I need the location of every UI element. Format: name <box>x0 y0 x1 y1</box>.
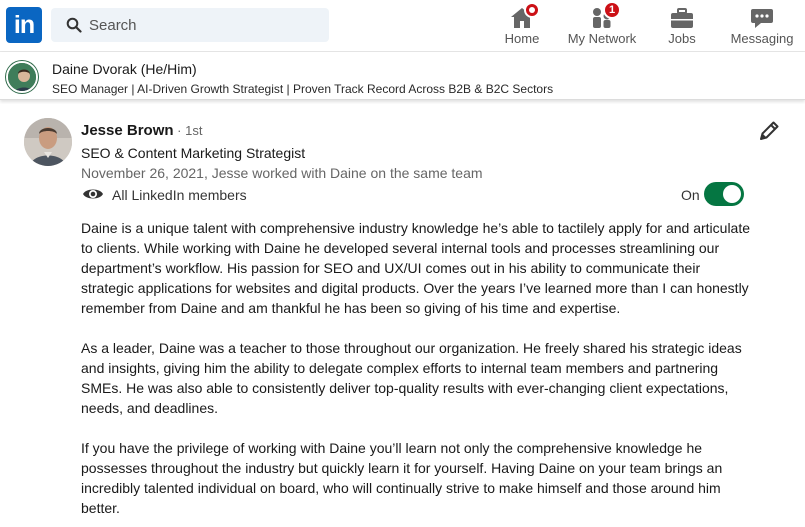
profile-pronouns: (He/Him) <box>140 61 197 77</box>
nav-my-network-label: My Network <box>567 31 637 46</box>
toggle-state-label: On <box>681 187 700 203</box>
recommendation-paragraph: As a leader, Daine was a teacher to thos… <box>81 340 742 416</box>
connection-degree: · 1st <box>173 123 203 138</box>
edit-button[interactable] <box>756 118 782 144</box>
visibility-row: All LinkedIn members On <box>82 182 762 206</box>
search-icon <box>66 17 82 33</box>
recommendation-card: Jesse Brown · 1st SEO & Content Marketin… <box>0 104 805 527</box>
recommendation-meta: November 26, 2021, Jesse worked with Dai… <box>81 165 483 181</box>
nav-messaging-label: Messaging <box>730 31 794 46</box>
nav-jobs[interactable]: Jobs <box>656 0 708 52</box>
visibility-toggle[interactable] <box>704 182 744 206</box>
profile-photo <box>8 63 36 91</box>
recommender-title: SEO & Content Marketing Strategist <box>81 145 306 161</box>
profile-name-text: Daine Dvorak <box>52 61 137 77</box>
pencil-icon <box>760 121 779 140</box>
profile-sticky-header: Daine Dvorak (He/Him) SEO Manager | AI-D… <box>0 52 805 100</box>
profile-avatar[interactable] <box>6 61 38 93</box>
recommendation-paragraph: If you have the privilege of working wit… <box>81 440 723 516</box>
notification-dot <box>524 2 540 18</box>
search-bar[interactable] <box>51 8 329 42</box>
recommendation-text: Daine is a unique talent with comprehens… <box>81 218 751 527</box>
profile-name: Daine Dvorak (He/Him) <box>52 61 197 77</box>
search-input[interactable] <box>89 8 319 42</box>
nav-home-label: Home <box>504 31 540 46</box>
chat-icon <box>751 9 773 28</box>
linkedin-logo[interactable]: in <box>6 7 42 43</box>
network-badge: 1 <box>603 1 621 19</box>
visibility-label: All LinkedIn members <box>112 187 247 203</box>
briefcase-icon <box>671 8 693 28</box>
nav-messaging[interactable]: Messaging <box>728 0 796 52</box>
nav-jobs-label: Jobs <box>668 31 696 46</box>
recommender-avatar[interactable] <box>24 118 72 166</box>
toggle-knob <box>723 185 741 203</box>
top-navigation: in Home 1 My Network Jobs <box>0 0 805 52</box>
recommender-name[interactable]: Jesse Brown · 1st <box>81 122 202 139</box>
recommender-name-text: Jesse Brown <box>81 122 174 139</box>
nav-home[interactable]: Home <box>496 0 548 52</box>
profile-headline: SEO Manager | AI-Driven Growth Strategis… <box>52 82 554 96</box>
recommender-photo <box>24 118 72 166</box>
nav-my-network[interactable]: 1 My Network <box>566 0 638 52</box>
recommendation-paragraph: Daine is a unique talent with comprehens… <box>81 220 751 316</box>
eye-icon <box>83 189 103 199</box>
